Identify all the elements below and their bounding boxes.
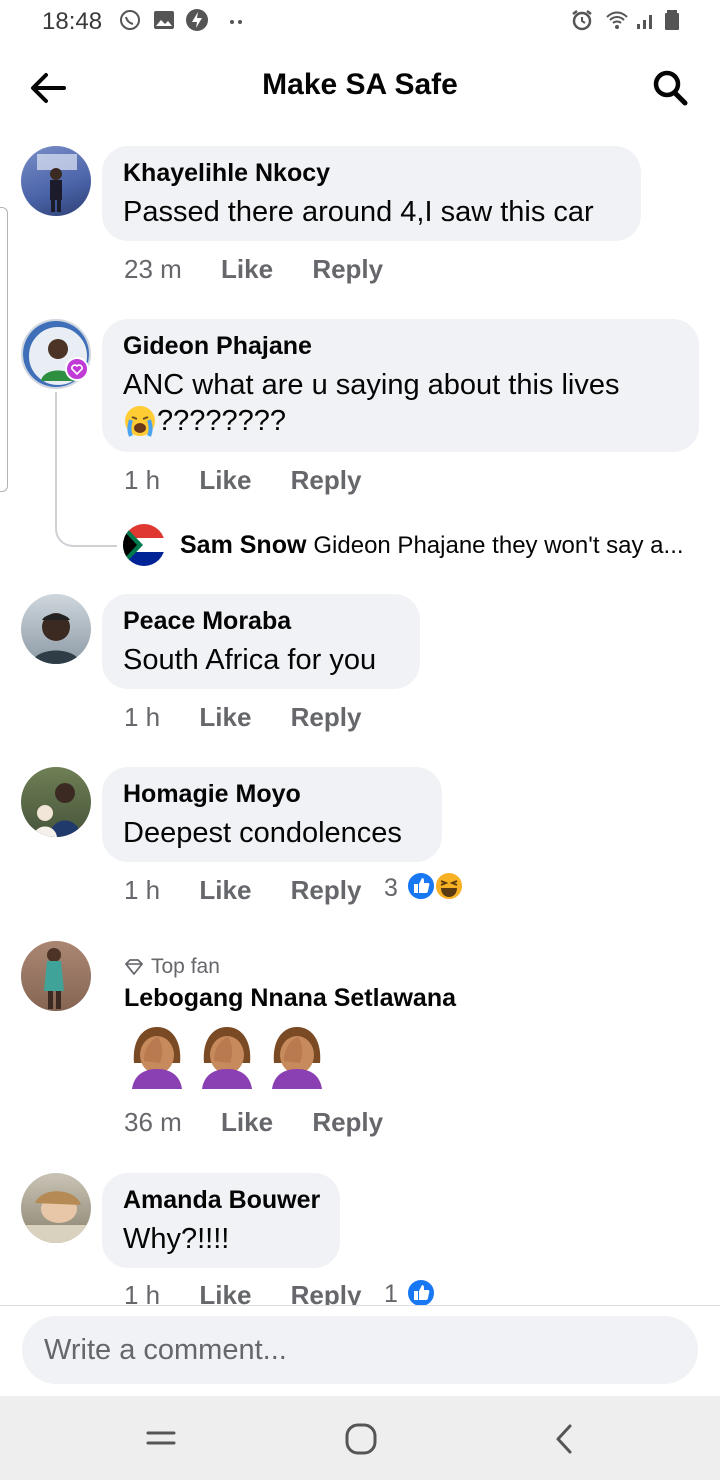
top-fan-label: Top fan [151, 955, 220, 978]
like-button[interactable]: Like [199, 1280, 251, 1305]
comment-actions: 1 h Like Reply [124, 702, 361, 733]
avatar[interactable] [21, 941, 91, 1011]
edge-handle[interactable] [0, 207, 8, 492]
comment-composer [0, 1306, 720, 1396]
like-reaction-icon [406, 1280, 436, 1305]
top-fan-badge: Top fan [124, 955, 220, 979]
comment-actions: 1 h Like Reply [124, 875, 361, 906]
comment-bubble[interactable]: Khayelihle Nkocy Passed there around 4,I… [102, 146, 641, 241]
comment-bubble[interactable]: Amanda Bouwer Why?!!!! [102, 1173, 340, 1268]
reply-avatar[interactable] [123, 524, 165, 566]
comment-author[interactable]: Amanda Bouwer [123, 1185, 320, 1215]
home-icon[interactable] [344, 1422, 378, 1456]
wifi-icon [606, 11, 628, 29]
comment-text-marks: ???????? [157, 405, 287, 437]
more-notifications-icon [230, 20, 242, 24]
power-saving-icon [186, 9, 208, 31]
comment-actions: 1 h Like Reply [124, 465, 361, 496]
header: Make SA Safe [0, 44, 720, 134]
search-icon[interactable] [648, 66, 692, 110]
comment-time[interactable]: 23 m [124, 254, 182, 284]
avatar[interactable] [21, 1173, 91, 1243]
signal-icon [637, 15, 652, 29]
comment-text-line2: ???????? [123, 403, 677, 439]
avatar[interactable] [21, 767, 91, 837]
reaction-count[interactable]: 1 [384, 1280, 398, 1305]
like-button[interactable]: Like [221, 1107, 273, 1137]
battery-icon [665, 10, 679, 30]
clipped-actions-row: 1 h Like Reply 1 [0, 1280, 720, 1305]
whatsapp-icon [120, 10, 140, 30]
comment-time[interactable]: 1 h [124, 702, 160, 732]
comment-author[interactable]: Khayelihle Nkocy [123, 158, 619, 188]
comment-bubble[interactable]: Homagie Moyo Deepest condolences [102, 767, 442, 862]
comment-input[interactable] [22, 1316, 698, 1384]
reply-button[interactable]: Reply [291, 465, 362, 495]
comment-bubble[interactable]: Peace Moraba South Africa for you [102, 594, 420, 689]
comment-text: ANC what are u saying about this lives [123, 369, 620, 401]
haha-reaction-icon [434, 871, 464, 901]
comment-author[interactable]: Peace Moraba [123, 606, 398, 636]
reply-author[interactable]: Sam Snow [180, 531, 306, 559]
status-time: 18:48 [42, 8, 103, 35]
like-button[interactable]: Like [199, 465, 251, 495]
diamond-icon [125, 959, 143, 975]
like-button[interactable]: Like [221, 254, 273, 284]
comment-actions: 36 m Like Reply [124, 1107, 383, 1138]
comment-actions: 23 m Like Reply [124, 254, 383, 285]
reply-button[interactable]: Reply [312, 1107, 383, 1137]
like-reaction-icon [406, 871, 436, 901]
comment-text: Passed there around 4,I saw this car [123, 196, 594, 228]
like-button[interactable]: Like [199, 875, 251, 905]
reply-button[interactable]: Reply [291, 875, 362, 905]
page-title: Make SA Safe [262, 68, 458, 101]
comment-author[interactable]: Gideon Phajane [123, 331, 677, 361]
gallery-icon [154, 11, 174, 29]
back-nav-icon[interactable] [550, 1422, 578, 1456]
facepalm-emoji-icon [132, 1027, 182, 1089]
reaction-count[interactable]: 3 [384, 874, 398, 903]
avatar[interactable] [21, 594, 91, 664]
reply-text: Gideon Phajane they won't say a... [313, 532, 684, 559]
reply-button[interactable]: Reply [291, 702, 362, 732]
facepalm-emoji-icon [202, 1027, 252, 1089]
comment-emojis [128, 1023, 326, 1089]
comment-text: Why?!!!! [123, 1223, 230, 1255]
comment-actions: 1 h Like Reply [124, 1280, 361, 1305]
comment-time[interactable]: 1 h [124, 875, 160, 905]
avatar[interactable] [21, 146, 91, 216]
comment-time[interactable]: 1 h [124, 465, 160, 495]
comment-bubble[interactable]: Gideon Phajane ANC what are u saying abo… [102, 319, 699, 452]
crying-face-emoji-icon [125, 406, 155, 437]
comment-time[interactable]: 36 m [124, 1107, 182, 1137]
like-button[interactable]: Like [199, 702, 251, 732]
facepalm-emoji-icon [272, 1027, 322, 1089]
comment-text: South Africa for you [123, 644, 377, 676]
comment-author[interactable]: Homagie Moyo [123, 779, 420, 809]
comment-author[interactable]: Lebogang Nnana Setlawana [124, 983, 456, 1013]
status-bar: 18:48 [0, 0, 720, 44]
comment-text: Deepest condolences [123, 817, 402, 849]
reply-button[interactable]: Reply [291, 1280, 362, 1305]
recent-apps-icon[interactable] [145, 1424, 177, 1452]
reply-button[interactable]: Reply [312, 254, 383, 284]
heart-badge-icon [65, 357, 89, 381]
comment-time[interactable]: 1 h [124, 1280, 160, 1305]
system-nav-bar [0, 1396, 720, 1480]
reply-preview[interactable]: Sam Snow Gideon Phajane they won't say a… [180, 531, 684, 560]
alarm-icon [572, 10, 592, 31]
